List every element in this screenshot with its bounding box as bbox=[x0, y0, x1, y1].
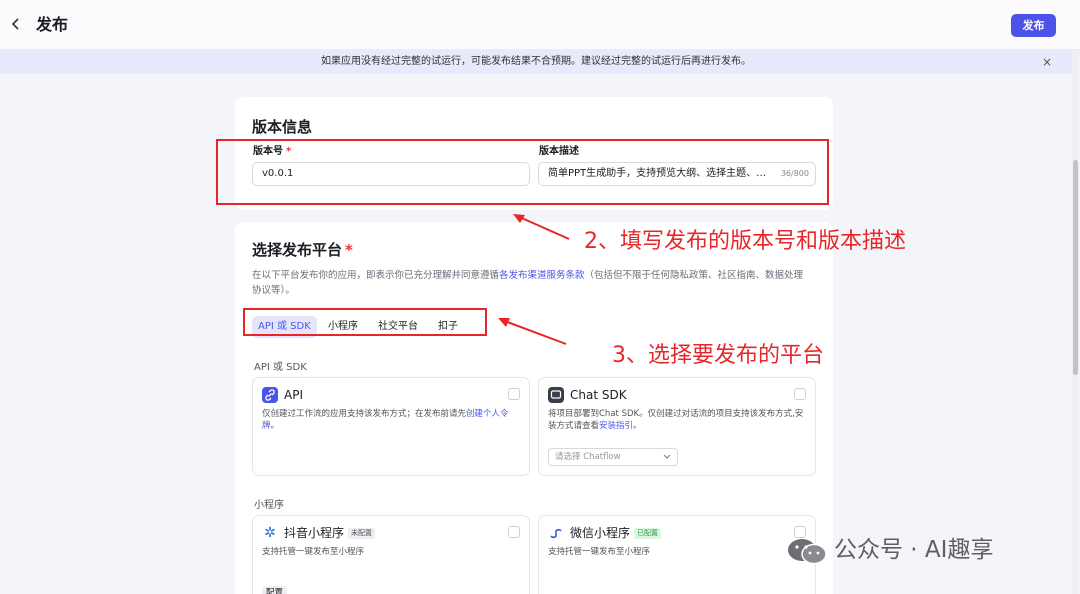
annotation-arrow-icon bbox=[498, 318, 567, 345]
install-guide-link[interactable]: 安装指引 bbox=[599, 421, 633, 431]
api-title: API bbox=[284, 388, 303, 402]
douyin-icon: ✲ bbox=[264, 525, 276, 541]
version-info-title: 版本信息 bbox=[252, 118, 313, 136]
notice-banner: 如果应用没有经过完整的试运行，可能发布结果不合预期。建议经过完整的试运行后再进行… bbox=[0, 50, 1072, 74]
terms-link[interactable]: 各发布渠道服务条款 bbox=[499, 270, 585, 281]
wechat-description: 支持托管一键发布至小程序 bbox=[548, 547, 651, 557]
status-badge: 已配置 bbox=[634, 528, 662, 539]
wechat-mini-icon bbox=[548, 525, 564, 541]
platform-card-api[interactable]: API 仅创建过工作流的应用支持该发布方式；在发布前请先创建个人令牌。 bbox=[252, 377, 530, 476]
annotation-box-tabs bbox=[243, 308, 487, 336]
link-icon bbox=[262, 387, 278, 403]
back-icon[interactable] bbox=[10, 14, 26, 36]
chat-sdk-checkbox[interactable] bbox=[794, 388, 806, 400]
wechat-title: 微信小程序 已配置 bbox=[570, 525, 662, 541]
douyin-description: 支持托管一键发布至小程序 bbox=[262, 547, 365, 557]
douyin-title: 抖音小程序 未配置 bbox=[284, 525, 376, 541]
top-bar: 发布 发布 bbox=[0, 0, 1080, 50]
group-label-api: API 或 SDK bbox=[254, 362, 307, 373]
douyin-checkbox[interactable] bbox=[508, 526, 520, 538]
status-badge: 未配置 bbox=[348, 528, 376, 539]
annotation-step3: 3、选择要发布的平台 bbox=[612, 343, 824, 368]
scrollbar[interactable] bbox=[1072, 50, 1079, 594]
api-description: 仅创建过工作流的应用支持该发布方式；在发布前请先创建个人令牌。 bbox=[262, 409, 509, 431]
notice-text: 如果应用没有经过完整的试运行，可能发布结果不合预期。建议经过完整的试运行后再进行… bbox=[321, 56, 751, 67]
scroll-thumb[interactable] bbox=[1073, 160, 1078, 375]
chat-sdk-title: Chat SDK bbox=[570, 388, 627, 402]
watermark-text: 公众号 · AI趣享 bbox=[834, 537, 994, 563]
close-icon[interactable]: × bbox=[1042, 50, 1052, 74]
page-title: 发布 bbox=[36, 15, 69, 34]
group-label-mini: 小程序 bbox=[254, 500, 284, 511]
platform-card-douyin[interactable]: ✲ 抖音小程序 未配置 支持托管一键发布至小程序 配置 bbox=[252, 515, 530, 594]
publish-button[interactable]: 发布 bbox=[1011, 14, 1056, 37]
chat-icon bbox=[548, 387, 564, 403]
platform-card-wechat[interactable]: 微信小程序 已配置 支持托管一键发布至小程序 bbox=[538, 515, 816, 594]
platform-description: 在以下平台发布你的应用，即表示你已充分理解并同意遵循各发布渠道服务条款（包括但不… bbox=[252, 270, 804, 296]
api-checkbox[interactable] bbox=[508, 388, 520, 400]
annotation-arrow-icon bbox=[513, 214, 570, 240]
chatflow-select[interactable]: 请选择 Chatflow bbox=[548, 448, 678, 466]
chevron-down-icon bbox=[663, 449, 671, 471]
annotation-box-version bbox=[216, 139, 829, 205]
platform-title: 选择发布平台 * bbox=[252, 241, 353, 259]
annotation-step2: 2、填写发布的版本号和版本描述 bbox=[584, 229, 906, 254]
configure-button[interactable]: 配置 bbox=[262, 586, 288, 594]
watermark: 公众号 · AI趣享 bbox=[786, 532, 993, 568]
chat-sdk-description: 将项目部署到Chat SDK。仅创建过对话流的项目支持该发布方式,安装方式请查看… bbox=[548, 409, 804, 431]
platform-card-chat-sdk[interactable]: Chat SDK 将项目部署到Chat SDK。仅创建过对话流的项目支持该发布方… bbox=[538, 377, 816, 476]
wechat-logo-icon bbox=[786, 536, 828, 566]
